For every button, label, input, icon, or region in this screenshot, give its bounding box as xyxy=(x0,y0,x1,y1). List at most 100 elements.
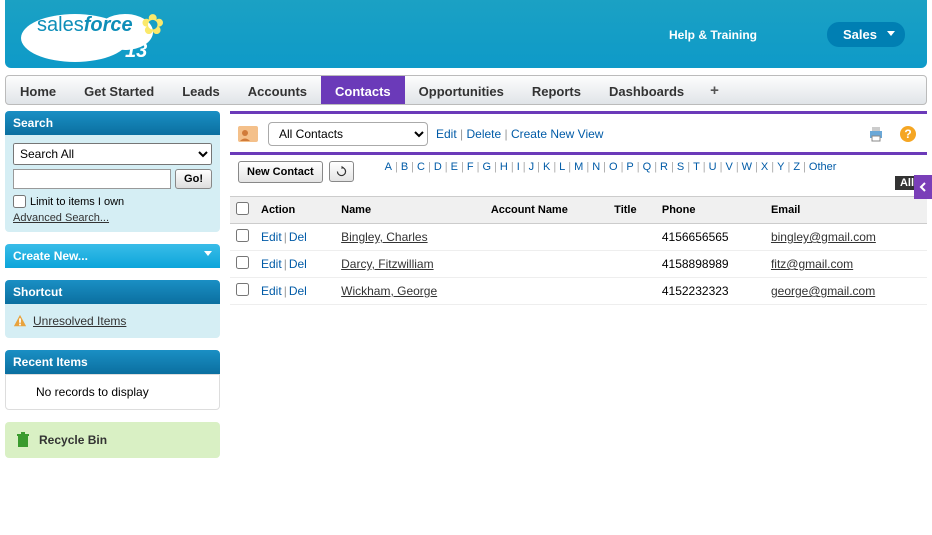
alpha-s[interactable]: S xyxy=(676,161,685,173)
row-title xyxy=(608,251,656,278)
row-email-link[interactable]: fitz@gmail.com xyxy=(771,257,853,271)
alpha-q[interactable]: Q xyxy=(642,161,653,173)
alpha-g[interactable]: G xyxy=(481,161,492,173)
search-panel-title: Search xyxy=(5,111,220,135)
view-delete-link[interactable]: Delete xyxy=(466,127,501,141)
alpha-a[interactable]: A xyxy=(384,161,393,173)
row-checkbox[interactable] xyxy=(236,283,249,296)
row-edit-link[interactable]: Edit xyxy=(261,257,282,271)
chevron-down-icon xyxy=(887,31,895,36)
search-go-button[interactable]: Go! xyxy=(175,169,212,189)
alpha-t[interactable]: T xyxy=(692,161,701,173)
recycle-bin-link[interactable]: Recycle Bin xyxy=(5,422,220,458)
row-del-link[interactable]: Del xyxy=(289,284,307,298)
logo-version: 13 xyxy=(125,40,147,63)
alpha-n[interactable]: N xyxy=(591,161,601,173)
tab-get-started[interactable]: Get Started xyxy=(70,76,168,104)
limit-label: Limit to items I own xyxy=(30,196,124,208)
row-title xyxy=(608,278,656,305)
help-icon[interactable]: ? xyxy=(899,125,917,143)
table-row: Edit|DelDarcy, Fitzwilliam4158898989fitz… xyxy=(230,251,927,278)
row-email-link[interactable]: bingley@gmail.com xyxy=(771,230,876,244)
unresolved-items-link[interactable]: Unresolved Items xyxy=(33,314,126,328)
alpha-r[interactable]: R xyxy=(659,161,669,173)
alpha-c[interactable]: C xyxy=(416,161,426,173)
row-name-link[interactable]: Wickham, George xyxy=(341,284,437,298)
tab-leads[interactable]: Leads xyxy=(168,76,234,104)
recent-items-title: Recent Items xyxy=(5,350,220,374)
alpha-p[interactable]: P xyxy=(625,161,634,173)
app-picker-label: Sales xyxy=(843,27,877,42)
create-new-button[interactable]: Create New... xyxy=(5,244,220,268)
row-checkbox[interactable] xyxy=(236,256,249,269)
tab-home[interactable]: Home xyxy=(6,76,70,104)
row-phone: 4152232323 xyxy=(656,278,765,305)
search-input[interactable] xyxy=(13,169,171,189)
recycle-bin-label: Recycle Bin xyxy=(39,433,107,447)
select-all-checkbox[interactable] xyxy=(236,202,249,215)
alpha-k[interactable]: K xyxy=(542,161,551,173)
table-row: Edit|DelBingley, Charles4156656565bingle… xyxy=(230,224,927,251)
recent-items-panel: Recent Items No records to display xyxy=(5,350,220,410)
row-del-link[interactable]: Del xyxy=(289,230,307,244)
col-name[interactable]: Name xyxy=(335,197,485,224)
col-phone[interactable]: Phone xyxy=(656,197,765,224)
alpha-w[interactable]: W xyxy=(741,161,753,173)
alpha-d[interactable]: D xyxy=(433,161,443,173)
tab-dashboards[interactable]: Dashboards xyxy=(595,76,698,104)
col-email[interactable]: Email xyxy=(765,197,927,224)
shortcut-title: Shortcut xyxy=(5,280,220,304)
row-name-link[interactable]: Bingley, Charles xyxy=(341,230,427,244)
help-training-link[interactable]: Help & Training xyxy=(669,28,757,42)
row-email-link[interactable]: george@gmail.com xyxy=(771,284,875,298)
view-create-new-link[interactable]: Create New View xyxy=(511,127,603,141)
alpha-other[interactable]: Other xyxy=(808,161,838,173)
alpha-h[interactable]: H xyxy=(499,161,509,173)
row-title xyxy=(608,224,656,251)
col-title[interactable]: Title xyxy=(608,197,656,224)
tab-opportunities[interactable]: Opportunities xyxy=(405,76,518,104)
alpha-i[interactable]: I xyxy=(516,161,521,173)
chevron-left-icon xyxy=(918,182,928,192)
recycle-bin-icon xyxy=(15,432,31,448)
tab-reports[interactable]: Reports xyxy=(518,76,595,104)
create-new-label: Create New... xyxy=(13,249,88,263)
app-picker[interactable]: Sales xyxy=(827,22,905,47)
print-icon[interactable] xyxy=(867,125,885,143)
view-select[interactable]: All Contacts xyxy=(268,122,428,146)
sidebar-collapse-tab[interactable] xyxy=(914,175,932,199)
refresh-button[interactable] xyxy=(329,161,354,182)
alpha-filter: A|B|C|D|E|F|G|H|I|J|K|L|M|N|O|P|Q|R|S|T|… xyxy=(384,161,919,173)
row-name-link[interactable]: Darcy, Fitzwilliam xyxy=(341,257,433,271)
flower-icon: ✿ xyxy=(141,8,164,41)
alpha-m[interactable]: M xyxy=(573,161,584,173)
advanced-search-link[interactable]: Advanced Search... xyxy=(13,212,109,224)
row-edit-link[interactable]: Edit xyxy=(261,230,282,244)
alpha-o[interactable]: O xyxy=(608,161,619,173)
alpha-z[interactable]: Z xyxy=(792,161,801,173)
view-edit-link[interactable]: Edit xyxy=(436,127,457,141)
search-panel: Search Search All Go! Limit to items I o… xyxy=(5,111,220,232)
col-account[interactable]: Account Name xyxy=(485,197,608,224)
alpha-b[interactable]: B xyxy=(400,161,409,173)
create-new-panel: Create New... xyxy=(5,244,220,268)
alpha-u[interactable]: U xyxy=(708,161,718,173)
top-header: salesforce 13 ✿ Help & Training Sales xyxy=(5,0,927,68)
row-phone: 4158898989 xyxy=(656,251,765,278)
alpha-e[interactable]: E xyxy=(450,161,459,173)
shortcut-panel: Shortcut Unresolved Items xyxy=(5,280,220,338)
row-del-link[interactable]: Del xyxy=(289,257,307,271)
alpha-v[interactable]: V xyxy=(724,161,733,173)
search-scope-select[interactable]: Search All xyxy=(13,143,212,165)
row-edit-link[interactable]: Edit xyxy=(261,284,282,298)
tab-accounts[interactable]: Accounts xyxy=(234,76,321,104)
svg-text:?: ? xyxy=(904,127,911,141)
alpha-f[interactable]: F xyxy=(466,161,475,173)
alpha-j[interactable]: J xyxy=(528,161,536,173)
alpha-x[interactable]: X xyxy=(760,161,769,173)
row-checkbox[interactable] xyxy=(236,229,249,242)
limit-checkbox[interactable] xyxy=(13,195,26,208)
new-contact-button[interactable]: New Contact xyxy=(238,161,323,183)
tab-add[interactable]: + xyxy=(698,76,731,104)
tab-contacts[interactable]: Contacts xyxy=(321,76,405,104)
